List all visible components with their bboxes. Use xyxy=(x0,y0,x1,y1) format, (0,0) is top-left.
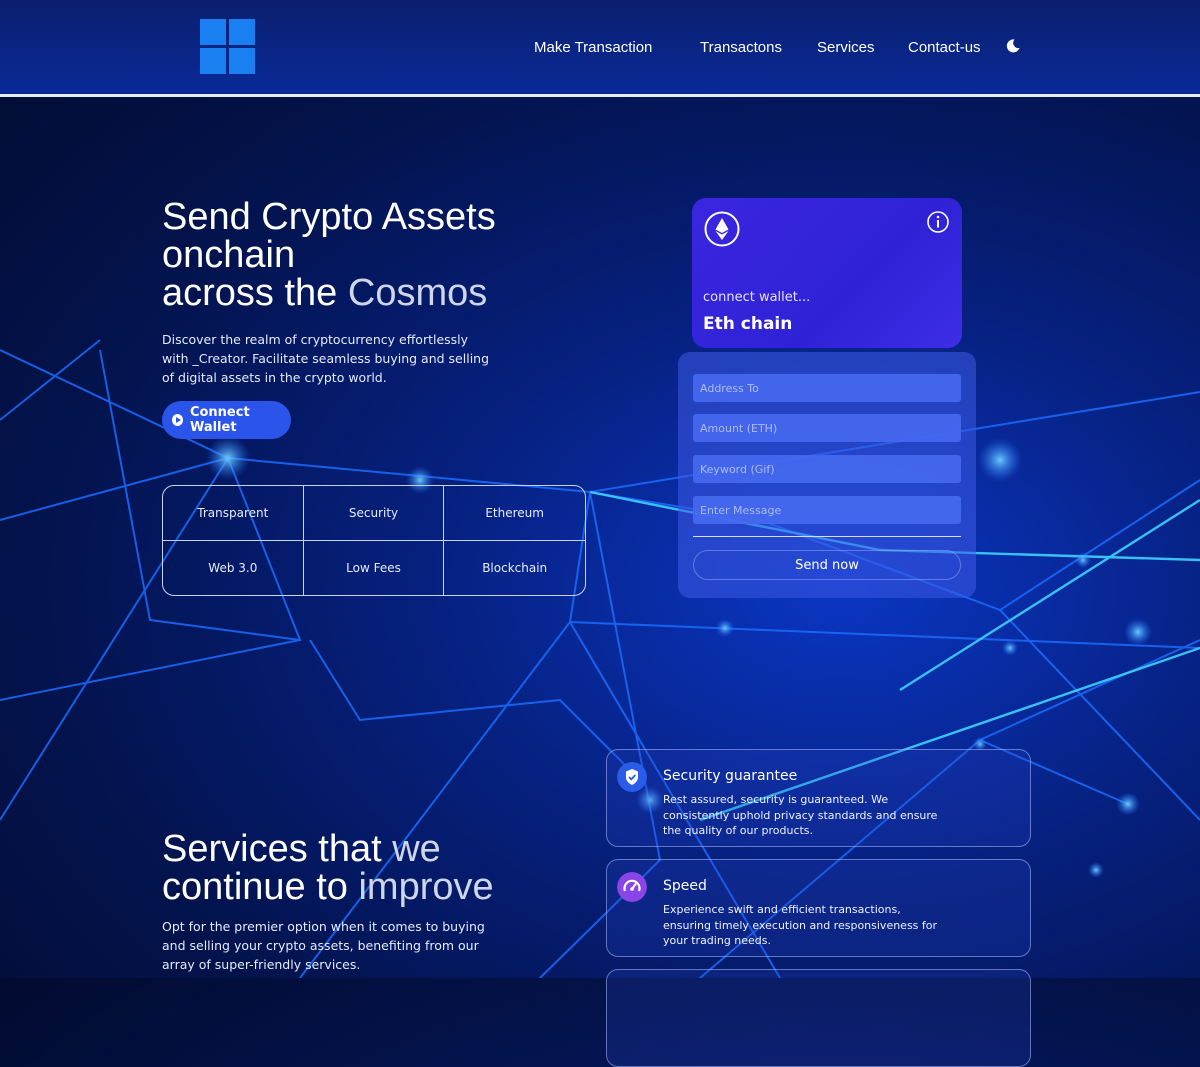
services-title-text: Services that xyxy=(162,828,393,870)
feature-cell: Blockchain xyxy=(482,560,548,575)
nav-contact-us[interactable]: Contact-us xyxy=(908,39,981,56)
hero-title-line: Send Crypto Assets xyxy=(162,196,496,238)
hero-title: Send Crypto Assets onchain across the Co… xyxy=(162,198,622,312)
feature-cell: Low Fees xyxy=(304,540,445,595)
transaction-form: Send now xyxy=(678,352,976,598)
keyword-input[interactable] xyxy=(693,455,961,483)
services-title-line: continue to improve xyxy=(162,868,592,906)
services-title-highlight: improve xyxy=(358,866,494,908)
chain-name: Eth chain xyxy=(703,314,793,334)
send-now-button[interactable]: Send now xyxy=(693,550,961,580)
features-grid: Transparent Security Ethereum Web 3.0 Lo… xyxy=(162,485,586,596)
nav-make-transaction[interactable]: Make Transaction xyxy=(534,39,652,56)
address-to-input[interactable] xyxy=(693,374,961,402)
connect-wallet-label: Connect Wallet xyxy=(189,405,250,435)
connect-wallet-button[interactable]: Connect Wallet xyxy=(162,401,291,439)
services-description: Opt for the premier option when it comes… xyxy=(162,919,485,972)
moon-icon[interactable] xyxy=(1005,38,1021,54)
shield-check-icon xyxy=(617,762,647,792)
feature-cell: Web 3.0 xyxy=(163,540,304,595)
feature-cell: Ethereum xyxy=(444,486,585,541)
hero-description: Discover the realm of cryptocurrency eff… xyxy=(162,332,490,385)
service-title: Security guarantee xyxy=(663,768,798,784)
services-title: Services that we continue to improve xyxy=(162,830,592,906)
eth-card: connect wallet... Eth chain xyxy=(692,198,962,348)
service-card-partial xyxy=(606,969,1031,1067)
wallet-status: connect wallet... xyxy=(703,290,811,305)
header-divider xyxy=(0,94,1200,97)
service-title: Speed xyxy=(663,878,707,894)
windows-logo-icon[interactable] xyxy=(200,19,256,75)
message-input[interactable] xyxy=(693,496,961,524)
hero-title-text: across the xyxy=(162,272,348,314)
hero-title-line: across the Cosmos xyxy=(162,274,622,312)
nav-transactions[interactable]: Transactons xyxy=(700,39,782,56)
ethereum-icon xyxy=(704,211,740,247)
hero-title-line: onchain xyxy=(162,234,296,276)
header: Make Transaction Transactons Services Co… xyxy=(0,0,1200,97)
play-icon xyxy=(172,414,183,426)
services-title-highlight: we xyxy=(392,828,441,870)
form-divider xyxy=(693,536,961,537)
speedometer-icon xyxy=(617,872,647,902)
hero-title-highlight: Cosmos xyxy=(347,272,488,314)
service-card-security: Security guarantee Rest assured, securit… xyxy=(606,749,1031,847)
services-title-line: Services that we xyxy=(162,830,592,868)
service-text: Experience swift and efficient transacti… xyxy=(663,903,938,947)
service-card-speed: Speed Experience swift and efficient tra… xyxy=(606,859,1031,957)
amount-input[interactable] xyxy=(693,414,961,442)
service-text: Rest assured, security is guaranteed. We… xyxy=(663,793,938,837)
nav-services[interactable]: Services xyxy=(817,39,875,56)
services-title-text: continue to xyxy=(162,866,359,908)
feature-cell: Transparent xyxy=(163,486,304,541)
feature-cell: Security xyxy=(303,486,445,541)
info-icon[interactable] xyxy=(927,211,949,233)
